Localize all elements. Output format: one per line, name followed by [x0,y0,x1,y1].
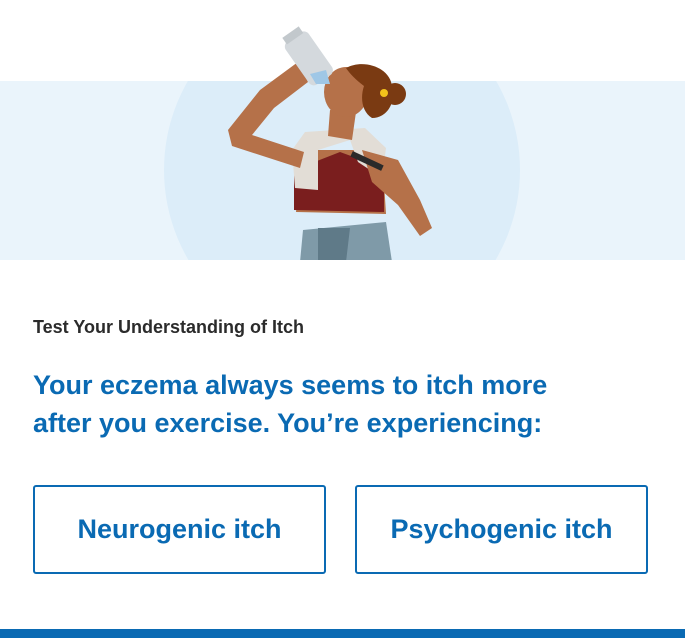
quiz-eyebrow: Test Your Understanding of Itch [33,317,305,337]
bottom-accent-bar [0,629,685,638]
answer-button-psychogenic[interactable]: Psychogenic itch [355,485,648,574]
hero-illustration [0,0,685,260]
answer-button-neurogenic[interactable]: Neurogenic itch [33,485,326,574]
quiz-question: Your eczema always seems to itch more af… [33,366,633,442]
woman-drinking-water-illustration [0,0,685,260]
quiz-question-line-1: Your eczema always seems to itch more [33,370,548,400]
quiz-question-line-2: after you exercise. You’re experiencing: [33,408,543,438]
quiz-card: 01 [0,0,685,638]
